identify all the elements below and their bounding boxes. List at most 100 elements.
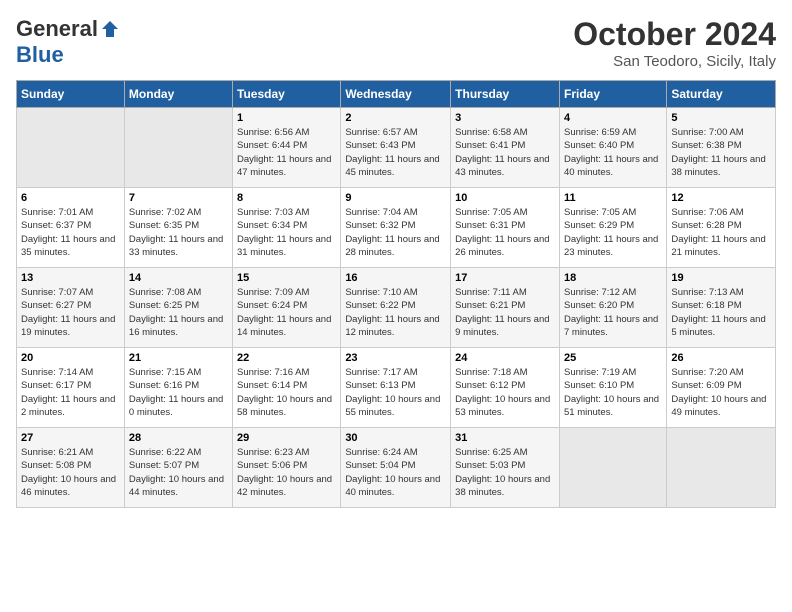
calendar-cell: 24Sunrise: 7:18 AM Sunset: 6:12 PM Dayli… xyxy=(451,348,560,428)
calendar-cell: 4 Sunrise: 6:59 AM Sunset: 6:40 PM Daylig… xyxy=(559,108,666,188)
calendar-cell: 14Sunrise: 7:08 AM Sunset: 6:25 PM Dayli… xyxy=(124,268,232,348)
calendar-cell: 31Sunrise: 6:25 AM Sunset: 5:03 PM Dayli… xyxy=(451,428,560,508)
day-detail: Sunrise: 7:14 AM Sunset: 6:17 PM Dayligh… xyxy=(21,366,120,419)
day-detail: Sunrise: 6:21 AM Sunset: 5:08 PM Dayligh… xyxy=(21,446,120,499)
day-detail: Sunrise: 7:03 AM Sunset: 6:34 PM Dayligh… xyxy=(237,206,336,259)
calendar-cell: 19Sunrise: 7:13 AM Sunset: 6:18 PM Dayli… xyxy=(667,268,776,348)
day-detail: Sunrise: 6:56 AM Sunset: 6:44 PM Dayligh… xyxy=(237,126,336,179)
day-detail: Sunrise: 7:20 AM Sunset: 6:09 PM Dayligh… xyxy=(671,366,771,419)
day-of-week-header: Wednesday xyxy=(341,81,451,108)
day-detail: Sunrise: 7:18 AM Sunset: 6:12 PM Dayligh… xyxy=(455,366,555,419)
calendar-cell: 29 Sunrise: 6:23 AM Sunset: 5:06 PM Dayli… xyxy=(233,428,341,508)
day-detail: Sunrise: 7:06 AM Sunset: 6:28 PM Dayligh… xyxy=(671,206,771,259)
page-header: General Blue October 2024 San Teodoro, S… xyxy=(16,16,776,70)
day-detail: Sunrise: 7:02 AM Sunset: 6:35 PM Dayligh… xyxy=(129,206,228,259)
calendar-cell: 8 Sunrise: 7:03 AM Sunset: 6:34 PM Daylig… xyxy=(233,188,341,268)
day-number: 20 xyxy=(21,352,120,364)
day-number: 25 xyxy=(564,352,662,364)
calendar-cell: 23 Sunrise: 7:17 AM Sunset: 6:13 PM Dayli… xyxy=(341,348,451,428)
day-detail: Sunrise: 7:16 AM Sunset: 6:14 PM Dayligh… xyxy=(237,366,336,419)
day-number: 17 xyxy=(455,272,555,284)
day-detail: Sunrise: 7:11 AM Sunset: 6:21 PM Dayligh… xyxy=(455,286,555,339)
calendar-cell: 17 Sunrise: 7:11 AM Sunset: 6:21 PM Dayli… xyxy=(451,268,560,348)
day-number: 8 xyxy=(237,192,336,204)
logo-blue-text: Blue xyxy=(16,42,64,67)
calendar-cell xyxy=(17,108,125,188)
day-detail: Sunrise: 6:59 AM Sunset: 6:40 PM Dayligh… xyxy=(564,126,662,179)
day-number: 10 xyxy=(455,192,555,204)
calendar-cell: 13 Sunrise: 7:07 AM Sunset: 6:27 PM Dayli… xyxy=(17,268,125,348)
day-number: 4 xyxy=(564,112,662,124)
day-number: 28 xyxy=(129,432,228,444)
calendar-cell: 25 Sunrise: 7:19 AM Sunset: 6:10 PM Dayli… xyxy=(559,348,666,428)
location-subtitle: San Teodoro, Sicily, Italy xyxy=(573,53,776,70)
day-detail: Sunrise: 7:17 AM Sunset: 6:13 PM Dayligh… xyxy=(345,366,446,419)
calendar-table: SundayMondayTuesdayWednesdayThursdayFrid… xyxy=(16,80,776,508)
day-number: 29 xyxy=(237,432,336,444)
calendar-cell: 11Sunrise: 7:05 AM Sunset: 6:29 PM Dayli… xyxy=(559,188,666,268)
day-number: 3 xyxy=(455,112,555,124)
calendar-week-row: 20 Sunrise: 7:14 AM Sunset: 6:17 PM Dayli… xyxy=(17,348,776,428)
day-of-week-header: Tuesday xyxy=(233,81,341,108)
day-number: 12 xyxy=(671,192,771,204)
calendar-cell: 3 Sunrise: 6:58 AM Sunset: 6:41 PM Daylig… xyxy=(451,108,560,188)
day-detail: Sunrise: 7:04 AM Sunset: 6:32 PM Dayligh… xyxy=(345,206,446,259)
calendar-cell: 21Sunrise: 7:15 AM Sunset: 6:16 PM Dayli… xyxy=(124,348,232,428)
calendar-cell: 9 Sunrise: 7:04 AM Sunset: 6:32 PM Daylig… xyxy=(341,188,451,268)
calendar-cell: 20 Sunrise: 7:14 AM Sunset: 6:17 PM Dayli… xyxy=(17,348,125,428)
calendar-cell: 27 Sunrise: 6:21 AM Sunset: 5:08 PM Dayli… xyxy=(17,428,125,508)
calendar-week-row: 13 Sunrise: 7:07 AM Sunset: 6:27 PM Dayli… xyxy=(17,268,776,348)
calendar-cell: 2 Sunrise: 6:57 AM Sunset: 6:43 PM Daylig… xyxy=(341,108,451,188)
day-number: 2 xyxy=(345,112,446,124)
day-detail: Sunrise: 7:00 AM Sunset: 6:38 PM Dayligh… xyxy=(671,126,771,179)
day-detail: Sunrise: 7:09 AM Sunset: 6:24 PM Dayligh… xyxy=(237,286,336,339)
calendar-cell: 26 Sunrise: 7:20 AM Sunset: 6:09 PM Dayli… xyxy=(667,348,776,428)
day-number: 1 xyxy=(237,112,336,124)
day-detail: Sunrise: 6:58 AM Sunset: 6:41 PM Dayligh… xyxy=(455,126,555,179)
day-number: 5 xyxy=(671,112,771,124)
day-detail: Sunrise: 7:19 AM Sunset: 6:10 PM Dayligh… xyxy=(564,366,662,419)
day-number: 22 xyxy=(237,352,336,364)
day-number: 31 xyxy=(455,432,555,444)
day-number: 11 xyxy=(564,192,662,204)
month-title: October 2024 xyxy=(573,16,776,53)
day-number: 21 xyxy=(129,352,228,364)
calendar-cell xyxy=(124,108,232,188)
day-of-week-header: Monday xyxy=(124,81,232,108)
day-number: 9 xyxy=(345,192,446,204)
calendar-cell: 1 Sunrise: 6:56 AM Sunset: 6:44 PM Daylig… xyxy=(233,108,341,188)
calendar-cell: 28 Sunrise: 6:22 AM Sunset: 5:07 PM Dayli… xyxy=(124,428,232,508)
logo-general-text: General xyxy=(16,16,98,42)
calendar-week-row: 27 Sunrise: 6:21 AM Sunset: 5:08 PM Dayli… xyxy=(17,428,776,508)
day-number: 7 xyxy=(129,192,228,204)
day-number: 27 xyxy=(21,432,120,444)
day-detail: Sunrise: 6:57 AM Sunset: 6:43 PM Dayligh… xyxy=(345,126,446,179)
calendar-cell: 22 Sunrise: 7:16 AM Sunset: 6:14 PM Dayli… xyxy=(233,348,341,428)
day-of-week-header: Saturday xyxy=(667,81,776,108)
day-detail: Sunrise: 7:10 AM Sunset: 6:22 PM Dayligh… xyxy=(345,286,446,339)
calendar-cell: 6 Sunrise: 7:01 AM Sunset: 6:37 PM Daylig… xyxy=(17,188,125,268)
calendar-cell: 5 Sunrise: 7:00 AM Sunset: 6:38 PM Daylig… xyxy=(667,108,776,188)
day-number: 23 xyxy=(345,352,446,364)
calendar-cell: 10Sunrise: 7:05 AM Sunset: 6:31 PM Dayli… xyxy=(451,188,560,268)
day-number: 18 xyxy=(564,272,662,284)
logo: General Blue xyxy=(16,16,120,68)
day-detail: Sunrise: 7:01 AM Sunset: 6:37 PM Dayligh… xyxy=(21,206,120,259)
logo-icon xyxy=(100,19,120,39)
calendar-cell xyxy=(667,428,776,508)
day-number: 26 xyxy=(671,352,771,364)
day-detail: Sunrise: 6:22 AM Sunset: 5:07 PM Dayligh… xyxy=(129,446,228,499)
day-of-week-header: Friday xyxy=(559,81,666,108)
day-number: 13 xyxy=(21,272,120,284)
day-of-week-header: Sunday xyxy=(17,81,125,108)
day-detail: Sunrise: 7:07 AM Sunset: 6:27 PM Dayligh… xyxy=(21,286,120,339)
day-number: 19 xyxy=(671,272,771,284)
day-detail: Sunrise: 6:24 AM Sunset: 5:04 PM Dayligh… xyxy=(345,446,446,499)
day-number: 15 xyxy=(237,272,336,284)
day-number: 6 xyxy=(21,192,120,204)
calendar-week-row: 1 Sunrise: 6:56 AM Sunset: 6:44 PM Daylig… xyxy=(17,108,776,188)
calendar-cell xyxy=(559,428,666,508)
calendar-cell: 12 Sunrise: 7:06 AM Sunset: 6:28 PM Dayli… xyxy=(667,188,776,268)
day-detail: Sunrise: 6:23 AM Sunset: 5:06 PM Dayligh… xyxy=(237,446,336,499)
day-number: 16 xyxy=(345,272,446,284)
